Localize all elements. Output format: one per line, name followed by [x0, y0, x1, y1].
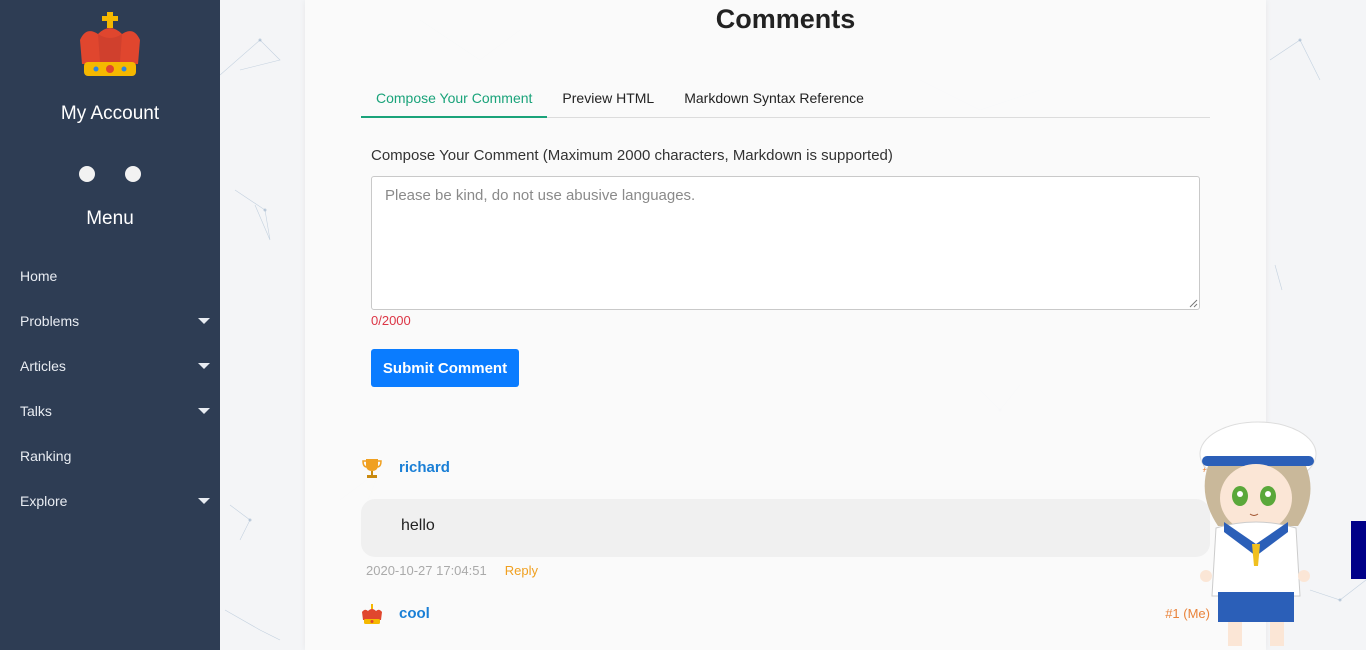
sidebar-item-articles[interactable]: Articles	[0, 343, 220, 388]
comment-header: cool #1 (Me)	[361, 603, 1210, 627]
sidebar-item-home[interactable]: Home	[0, 253, 220, 298]
sidebar-item-label: Articles	[20, 357, 66, 374]
compose-label: Compose Your Comment (Maximum 2000 chara…	[371, 147, 893, 164]
submit-comment-button[interactable]: Submit Comment	[371, 349, 519, 387]
reply-button[interactable]: Reply	[505, 563, 538, 578]
my-account-link[interactable]: My Account	[0, 103, 220, 125]
sidebar-item-label: Problems	[20, 312, 80, 329]
sidebar-item-label: Home	[20, 267, 58, 284]
comment-meta: 2020-10-27 17:04:51 Reply	[366, 563, 538, 578]
crown-logo-icon[interactable]	[76, 12, 144, 80]
nav-menu: Home Problems Articles Talks Ranking Exp…	[0, 253, 220, 523]
caret-down-icon	[198, 317, 210, 324]
sidebar-item-label: Talks	[20, 402, 52, 419]
tab-preview-html[interactable]: Preview HTML	[547, 80, 669, 118]
caret-down-icon	[198, 497, 210, 504]
sidebar-item-ranking[interactable]: Ranking	[0, 433, 220, 478]
side-edge-tab[interactable]	[1351, 521, 1366, 579]
sidebar-item-label: Ranking	[20, 447, 72, 464]
comments-card: Comments Compose Your Comment Preview HT…	[305, 0, 1266, 650]
caret-down-icon	[198, 362, 210, 369]
comment-textarea[interactable]	[371, 176, 1200, 310]
tab-markdown-reference[interactable]: Markdown Syntax Reference	[669, 80, 879, 118]
comment-text: hello	[401, 517, 435, 534]
comment-username[interactable]: richard	[399, 459, 450, 476]
caret-down-icon	[198, 407, 210, 414]
comment-body: hello	[361, 499, 1210, 557]
character-counter: 0/2000	[371, 313, 411, 328]
menu-heading: Menu	[86, 208, 134, 229]
anime-mascot-image	[1199, 421, 1317, 646]
sidebar-item-explore[interactable]: Explore	[0, 478, 220, 523]
comment-username[interactable]: cool	[399, 605, 430, 622]
resize-handle-icon[interactable]	[1188, 298, 1198, 308]
trophy-icon[interactable]	[361, 457, 383, 479]
tab-compose[interactable]: Compose Your Comment	[361, 80, 548, 118]
sidebar-item-problems[interactable]: Problems	[0, 298, 220, 343]
sidebar: My Account Menu Home Problems Articles T…	[0, 0, 220, 650]
sidebar-item-label: Explore	[20, 492, 68, 509]
page-title: Comments	[715, 4, 856, 34]
comment-header: richard #	[361, 457, 1210, 481]
dot-icon	[79, 166, 95, 182]
crown-icon[interactable]	[361, 603, 383, 625]
comment-timestamp: 2020-10-27 17:04:51	[366, 563, 487, 578]
comment-tabs: Compose Your Comment Preview HTML Markdo…	[361, 80, 1210, 118]
dot-icon	[125, 166, 141, 182]
sidebar-item-talks[interactable]: Talks	[0, 388, 220, 433]
